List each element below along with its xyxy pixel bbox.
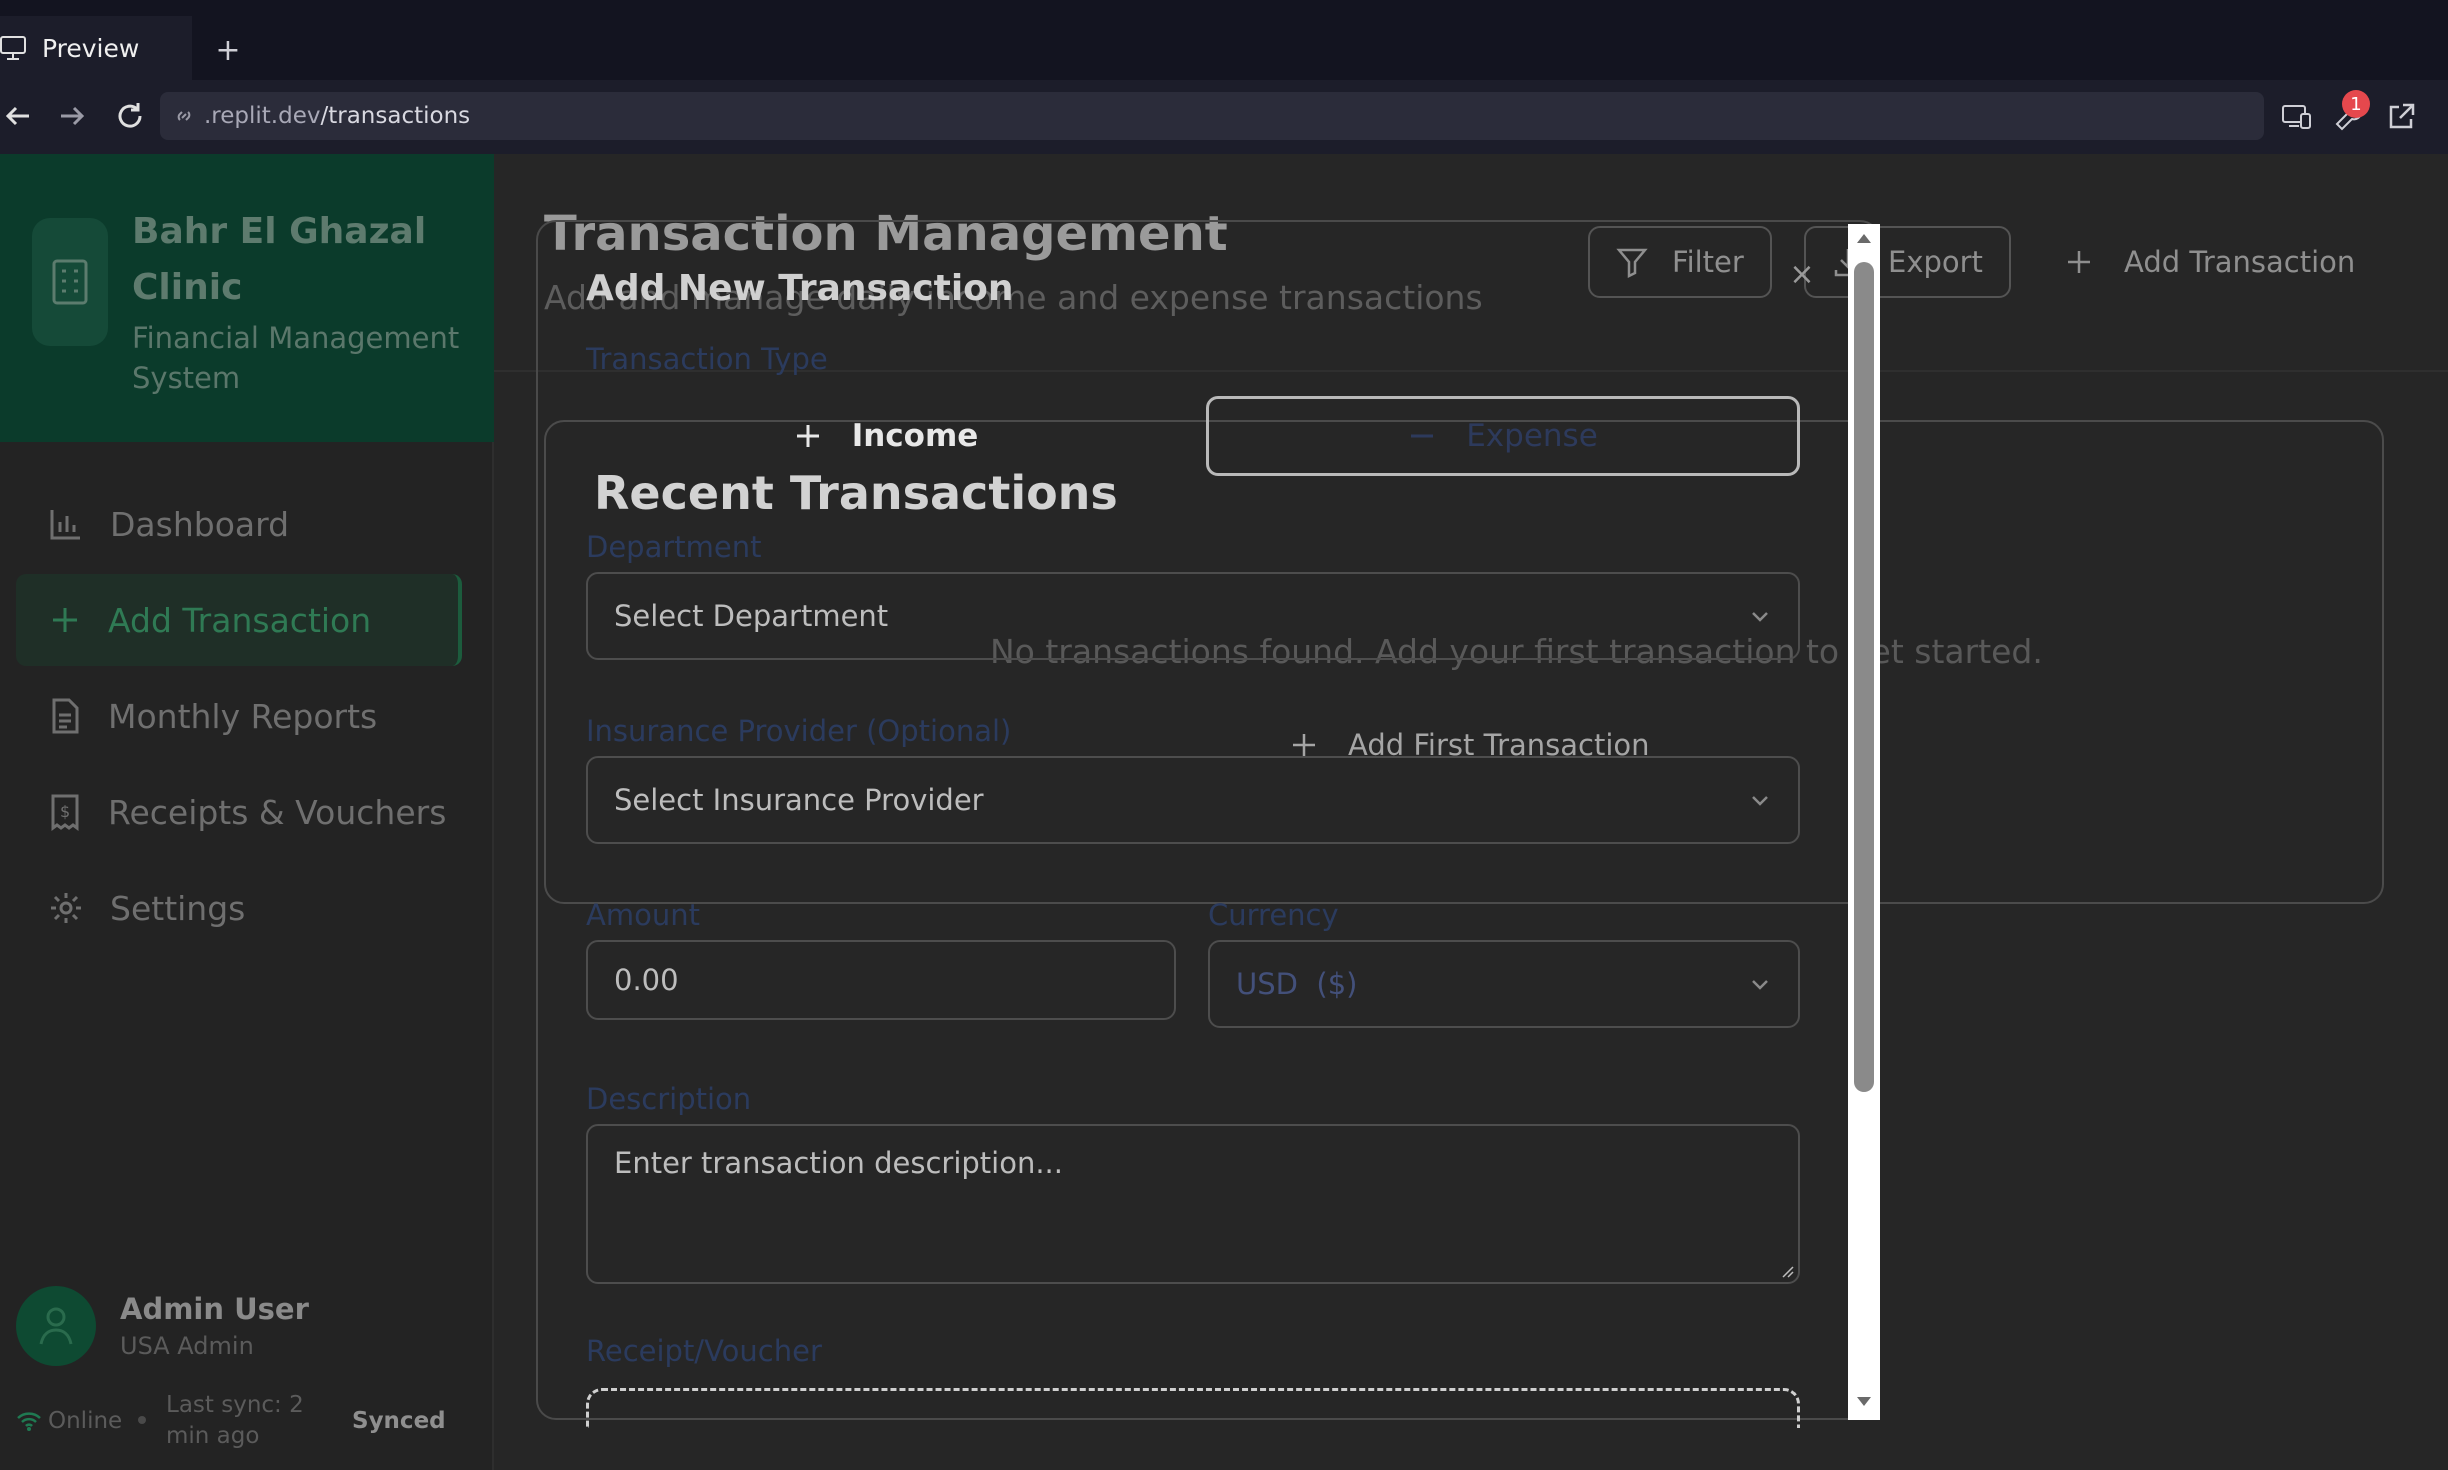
chevron-down-icon xyxy=(1752,796,1768,806)
expense-toggle-button[interactable]: Expense xyxy=(1206,396,1800,476)
new-tab-button[interactable]: + xyxy=(208,30,248,70)
devices-button[interactable] xyxy=(2278,98,2316,136)
url-host: .replit.dev xyxy=(204,103,321,129)
receipt-icon: $ xyxy=(51,794,79,831)
department-placeholder: Select Department xyxy=(614,599,889,633)
department-label: Department xyxy=(586,530,762,564)
online-status: Online xyxy=(48,1408,123,1434)
external-link-icon xyxy=(2389,103,2415,129)
link-icon xyxy=(177,111,191,121)
description-label: Description xyxy=(586,1082,752,1116)
browser-tab-bar xyxy=(0,16,2448,80)
receipt-voucher-label: Receipt/Voucher xyxy=(586,1334,822,1368)
plus-icon xyxy=(53,608,77,632)
document-icon xyxy=(52,698,79,734)
arrow-left-icon xyxy=(5,106,29,126)
currency-select[interactable]: USD ($) xyxy=(1208,940,1800,1028)
sidebar-item-label: Monthly Reports xyxy=(108,696,378,736)
currency-code: USD xyxy=(1236,967,1298,1001)
amount-field[interactable]: 0.00 xyxy=(586,940,1176,1020)
insurance-placeholder: Select Insurance Provider xyxy=(614,783,984,817)
tab-label: Preview xyxy=(42,33,140,63)
bar-chart-icon xyxy=(50,510,80,540)
open-external-button[interactable] xyxy=(2382,98,2420,136)
sidebar-item-label: Add Transaction xyxy=(108,600,372,640)
description-placeholder: Enter transaction description... xyxy=(614,1146,1063,1180)
modal-title: Add New Transaction xyxy=(586,268,1014,309)
user-name: Admin User xyxy=(120,1292,309,1326)
scrollbar-thumb[interactable] xyxy=(1854,262,1874,1092)
scroll-down-arrow-icon[interactable] xyxy=(1854,1392,1874,1412)
wifi-icon xyxy=(17,1412,41,1431)
plus-icon xyxy=(796,425,819,447)
sync-status-row: Online Last sync: 2 min ago Synced xyxy=(16,1390,476,1454)
user-icon xyxy=(39,1307,73,1345)
devices-icon xyxy=(2282,105,2311,129)
department-select[interactable]: Select Department xyxy=(586,572,1800,660)
back-button[interactable] xyxy=(0,98,36,134)
url-field[interactable]: .replit.dev/transactions xyxy=(160,92,2264,140)
monitor-icon xyxy=(0,36,26,60)
sidebar-item-monthly-reports[interactable]: Monthly Reports xyxy=(16,670,462,762)
url-path: /transactions xyxy=(320,103,471,129)
sidebar-item-label: Receipts & Vouchers xyxy=(108,792,447,832)
description-textarea[interactable]: Enter transaction description... xyxy=(586,1124,1800,1284)
forward-button[interactable] xyxy=(54,98,90,134)
gear-icon xyxy=(51,893,81,923)
sidebar-item-add-transaction[interactable]: Add Transaction xyxy=(16,574,462,666)
sidebar-item-receipts-vouchers[interactable]: $ Receipts & Vouchers xyxy=(16,766,462,858)
sidebar-item-label: Settings xyxy=(110,888,246,928)
brand-subtitle: Financial Management System xyxy=(132,321,460,395)
brand-title: Bahr El Ghazal Clinic xyxy=(132,211,427,308)
building-icon xyxy=(32,218,108,346)
currency-label: Currency xyxy=(1208,898,1339,932)
close-icon: × xyxy=(1789,256,1815,292)
browser-top-strip xyxy=(0,0,2448,16)
receipt-upload-dropzone[interactable] xyxy=(586,1388,1800,1428)
amount-placeholder: 0.00 xyxy=(614,963,679,997)
chevron-down-icon xyxy=(1752,980,1768,990)
insurance-provider-select[interactable]: Select Insurance Provider xyxy=(586,756,1800,844)
insurance-provider-label: Insurance Provider (Optional) xyxy=(586,714,1012,748)
income-toggle-button[interactable]: Income xyxy=(586,396,1186,476)
transaction-type-label: Transaction Type xyxy=(586,342,828,376)
status-separator-dot xyxy=(138,1416,146,1424)
resize-handle-icon[interactable] xyxy=(1780,1264,1794,1278)
currency-symbol: ($) xyxy=(1316,967,1358,1001)
sync-state: Synced xyxy=(352,1408,446,1434)
add-transaction-label: Add Transaction xyxy=(2124,245,2356,279)
scroll-up-arrow-icon[interactable] xyxy=(1854,228,1874,248)
expense-label: Expense xyxy=(1466,418,1598,454)
arrow-right-icon xyxy=(61,106,85,126)
plus-icon: + xyxy=(215,32,241,68)
export-label: Export xyxy=(1888,245,1983,279)
chevron-down-icon xyxy=(1752,612,1768,622)
user-role: USA Admin xyxy=(120,1332,254,1360)
amount-label: Amount xyxy=(586,898,700,932)
notification-badge: 1 xyxy=(2342,90,2370,118)
tab-preview[interactable]: Preview xyxy=(0,16,192,80)
last-sync-text: Last sync: 2 min ago xyxy=(166,1392,304,1449)
minus-icon xyxy=(1411,434,1434,438)
avatar[interactable] xyxy=(16,1286,96,1366)
sidebar-item-settings[interactable]: Settings xyxy=(16,862,462,954)
sidebar-item-dashboard[interactable]: Dashboard xyxy=(16,478,462,570)
income-label: Income xyxy=(851,418,979,454)
svg-text:$: $ xyxy=(60,802,70,821)
close-button[interactable]: × xyxy=(1782,254,1822,294)
plus-icon xyxy=(2068,251,2090,273)
reload-button[interactable] xyxy=(112,98,148,134)
sidebar-item-label: Dashboard xyxy=(110,504,290,544)
reload-icon xyxy=(118,103,142,128)
add-transaction-button[interactable]: Add Transaction xyxy=(2064,226,2355,298)
